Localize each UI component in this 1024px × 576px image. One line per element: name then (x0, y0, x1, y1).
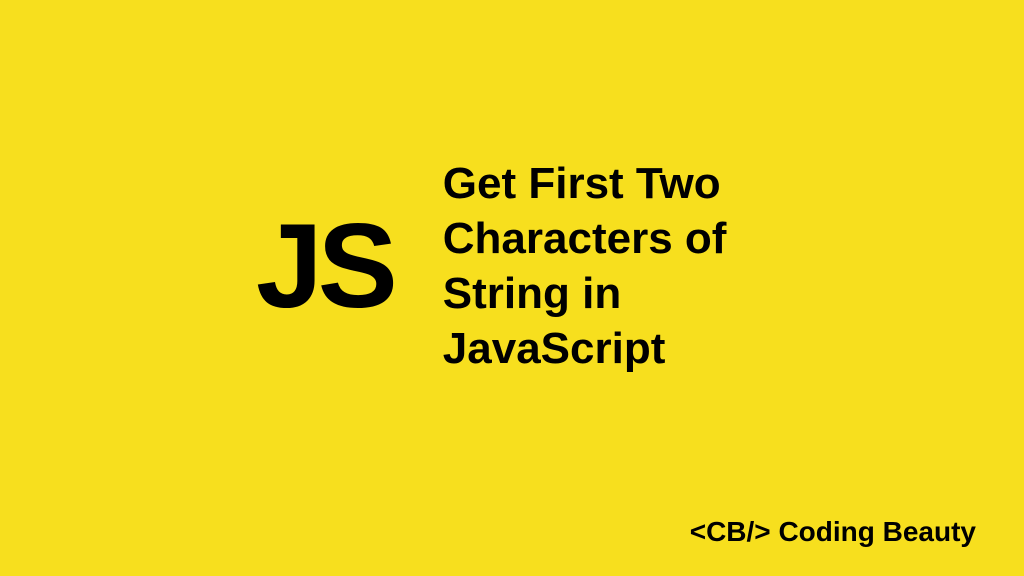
js-logo: JS (256, 206, 393, 326)
article-title: Get First Two Characters of String in Ja… (443, 156, 768, 376)
brand-signature: <CB/> Coding Beauty (690, 516, 976, 548)
main-content: JS Get First Two Characters of String in… (256, 156, 768, 376)
